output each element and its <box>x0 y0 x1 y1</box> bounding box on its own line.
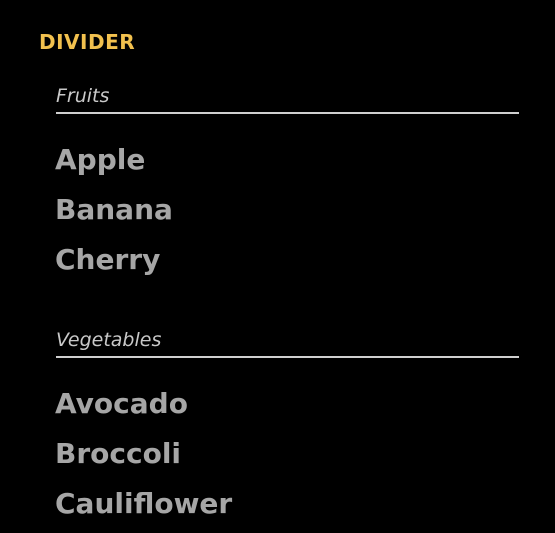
list-fruits: Apple Banana Cherry <box>55 135 519 285</box>
divider-header-fruits: Fruits <box>56 85 519 114</box>
list-item-banana[interactable]: Banana <box>55 185 519 235</box>
group-fruits: Fruits Apple Banana Cherry <box>55 85 519 285</box>
list-item-apple[interactable]: Apple <box>55 135 519 185</box>
list-item-cauliflower[interactable]: Cauliflower <box>55 479 519 529</box>
section-title: DIVIDER <box>39 30 136 54</box>
list-item-broccoli[interactable]: Broccoli <box>55 429 519 479</box>
group-vegetables: Vegetables Avocado Broccoli Cauliflower <box>55 329 519 529</box>
list-item-avocado[interactable]: Avocado <box>55 379 519 429</box>
list-vegetables: Avocado Broccoli Cauliflower <box>55 379 519 529</box>
list-item-cherry[interactable]: Cherry <box>55 235 519 285</box>
divider-header-vegetables: Vegetables <box>56 329 519 358</box>
